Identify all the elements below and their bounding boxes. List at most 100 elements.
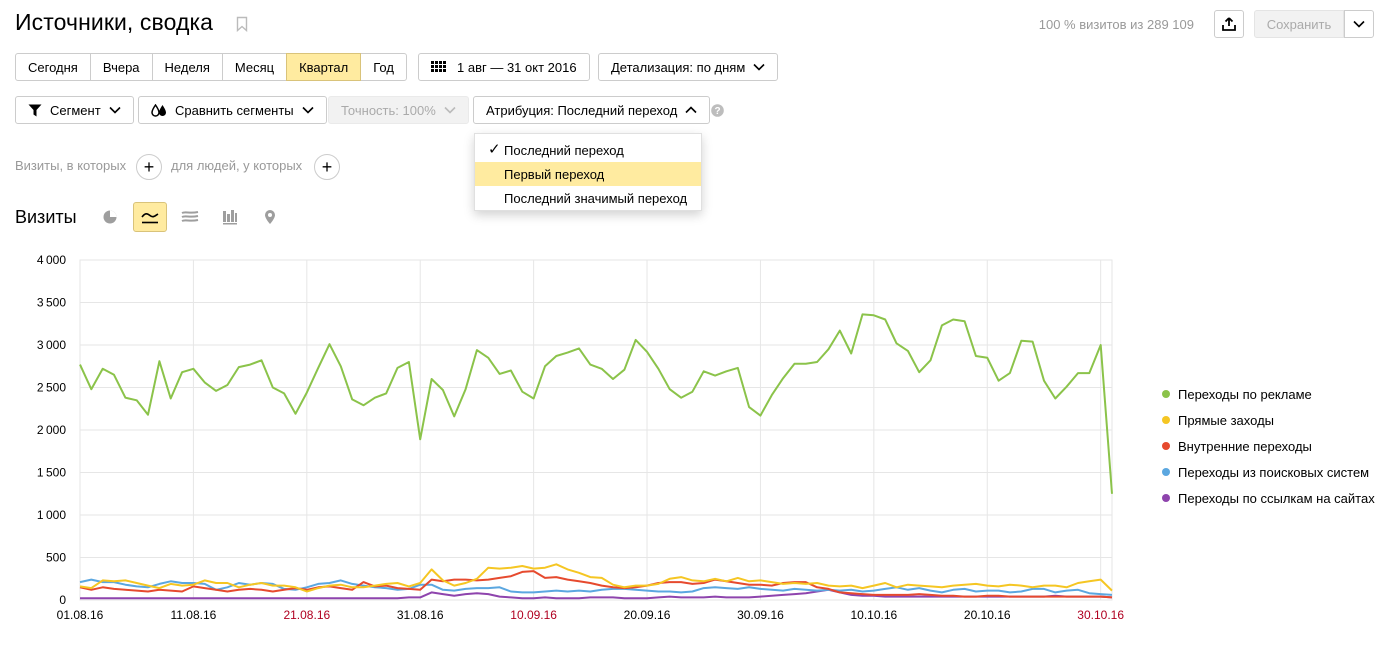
attribution-option-label: Последний значимый переход	[504, 190, 688, 206]
detail-label: Детализация: по дням	[611, 59, 746, 75]
period-tab[interactable]: Год	[360, 53, 407, 81]
chart-legend: Переходы по рекламе Прямые заходы Внутренн…	[1162, 381, 1375, 511]
visits-info: 100 % визитов из 289 109	[1038, 17, 1194, 32]
visits-line-chart: 0 500 1 000 1 500 2 000 2 500 3 000 3 500 4 000 0…	[37, 253, 1124, 622]
attribution-option-label: Последний переход	[504, 142, 624, 158]
x-tick-label: 11.08.16	[170, 608, 216, 622]
x-tick-label: 10.10.16	[850, 608, 897, 622]
legend-marker	[1162, 468, 1170, 476]
export-button[interactable]	[1214, 10, 1244, 38]
legend-marker	[1162, 390, 1170, 398]
legend-item[interactable]: Переходы из поисковых систем	[1162, 459, 1375, 485]
attribution-option[interactable]: ✓ Последний переход	[475, 138, 701, 162]
svg-text:?: ?	[714, 106, 720, 117]
map-pin-icon	[265, 209, 275, 224]
period-selector: Сегодня Вчера Неделя Месяц Квартал Год	[15, 53, 407, 81]
x-tick-label: 31.08.16	[397, 608, 444, 622]
plus-icon: +	[143, 157, 155, 177]
x-tick-label: 30.10.16	[1077, 608, 1124, 622]
legend-item[interactable]: Переходы по ссылкам на сайтах	[1162, 485, 1375, 511]
period-tab[interactable]: Сегодня	[15, 53, 91, 81]
compare-segments-button[interactable]: Сравнить сегменты	[138, 96, 327, 124]
legend-marker	[1162, 442, 1170, 450]
filter-icon	[28, 104, 42, 116]
x-tick-label: 30.09.16	[737, 608, 784, 622]
legend-label: Переходы по рекламе	[1178, 386, 1312, 402]
period-tab[interactable]: Неделя	[151, 53, 223, 81]
chevron-down-icon	[753, 63, 765, 71]
legend-marker	[1162, 416, 1170, 424]
detail-dropdown[interactable]: Детализация: по дням	[598, 53, 779, 81]
view-map-button[interactable]	[253, 202, 287, 232]
segment-label: Сегмент	[50, 102, 101, 118]
date-range-button[interactable]: 1 авг — 31 окт 2016	[418, 53, 590, 81]
area-chart-icon	[181, 211, 199, 222]
chevron-down-icon	[1353, 20, 1365, 28]
x-tick-label: 10.09.16	[510, 608, 557, 622]
attribution-option[interactable]: Последний значимый переход	[475, 186, 701, 210]
view-area-button[interactable]	[173, 202, 207, 232]
pie-chart-icon	[103, 210, 117, 224]
view-pie-button[interactable]	[93, 202, 127, 232]
x-tick-label: 01.08.16	[57, 608, 104, 622]
accuracy-label: Точность: 100%	[341, 102, 436, 118]
period-tab[interactable]: Квартал	[286, 53, 362, 81]
chevron-down-icon	[444, 106, 456, 114]
legend-label: Переходы по ссылкам на сайтах	[1178, 490, 1375, 506]
series-line	[79, 313, 1113, 494]
attribution-label: Атрибуция: Последний переход	[486, 102, 678, 118]
period-tab[interactable]: Вчера	[89, 53, 153, 81]
calendar-icon	[431, 61, 446, 72]
legend-label: Внутренние переходы	[1178, 438, 1312, 454]
x-tick-label: 20.10.16	[964, 608, 1011, 622]
upload-icon	[1222, 17, 1236, 31]
attribution-option[interactable]: Первый переход	[475, 162, 701, 186]
visits-filter-label: Визиты, в которых	[15, 158, 127, 173]
attribution-dropdown[interactable]: Атрибуция: Последний переход	[473, 96, 711, 124]
date-range-label: 1 авг — 31 окт 2016	[457, 59, 577, 75]
section-title: Визиты	[15, 207, 77, 227]
series-line	[79, 578, 1113, 596]
x-tick-label: 21.08.16	[283, 608, 330, 622]
bookmark-icon[interactable]	[236, 16, 248, 37]
compare-label: Сравнить сегменты	[175, 102, 294, 118]
plus-icon: +	[321, 157, 333, 177]
page-title: Источники, сводка	[15, 9, 214, 35]
accuracy-dropdown: Точность: 100%	[328, 96, 469, 124]
y-tick-label: 2 000	[37, 423, 66, 437]
segment-button[interactable]: Сегмент	[15, 96, 134, 124]
people-filter-label: для людей, у которых	[171, 158, 303, 173]
chevron-down-icon	[109, 106, 121, 114]
view-line-button[interactable]	[133, 202, 167, 232]
period-tab[interactable]: Месяц	[221, 53, 288, 81]
line-chart-icon	[141, 213, 159, 224]
add-visit-condition-button[interactable]: +	[136, 154, 162, 180]
attribution-option-label: Первый переход	[504, 166, 605, 182]
legend-item[interactable]: Переходы по рекламе	[1162, 381, 1375, 407]
view-bar-button[interactable]	[213, 202, 247, 232]
legend-marker	[1162, 494, 1170, 502]
checkmark-icon: ✓	[488, 141, 501, 158]
chevron-up-icon	[685, 106, 697, 114]
add-people-condition-button[interactable]: +	[314, 154, 340, 180]
x-tick-label: 20.09.16	[624, 608, 671, 622]
y-tick-label: 500	[46, 551, 66, 565]
save-menu-button[interactable]	[1344, 10, 1374, 38]
y-tick-label: 1 000	[37, 508, 66, 522]
y-tick-label: 3 500	[37, 296, 66, 310]
save-button[interactable]: Сохранить	[1254, 10, 1344, 38]
legend-item[interactable]: Прямые заходы	[1162, 407, 1375, 433]
legend-label: Прямые заходы	[1178, 412, 1275, 428]
y-tick-label: 2 500	[37, 381, 66, 395]
y-tick-label: 0	[59, 593, 66, 607]
attribution-menu: ✓ Последний переход Первый переход Последни…	[474, 133, 702, 211]
legend-item[interactable]: Внутренние переходы	[1162, 433, 1375, 459]
y-tick-label: 4 000	[37, 253, 66, 267]
bar-chart-icon	[223, 210, 237, 225]
help-icon[interactable]: ?	[711, 104, 724, 122]
y-tick-label: 3 000	[37, 338, 66, 352]
legend-label: Переходы из поисковых систем	[1178, 464, 1370, 480]
chevron-down-icon	[302, 106, 314, 114]
y-tick-label: 1 500	[37, 466, 66, 480]
drops-icon	[151, 103, 166, 117]
